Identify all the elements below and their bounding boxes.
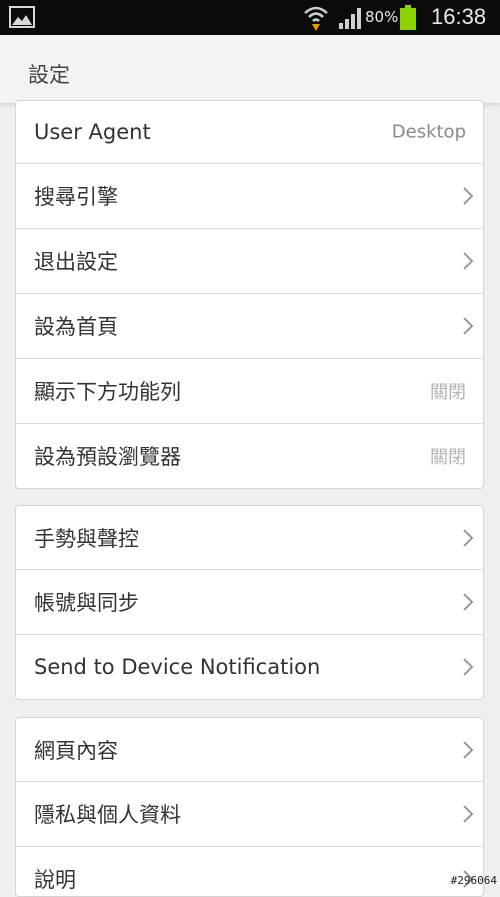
setting-value: Desktop (391, 121, 466, 143)
action-bar: 設定 (0, 35, 500, 103)
chevron-right-icon (463, 317, 474, 335)
setting-label: 帳號與同步 (34, 591, 139, 615)
setting-label: 設為首頁 (34, 315, 118, 339)
chevron-right-icon (463, 187, 474, 205)
setting-label: 說明 (34, 868, 76, 892)
setting-help[interactable]: 說明 (16, 847, 483, 896)
chevron-right-icon (463, 593, 474, 611)
signal-icon (339, 8, 361, 29)
battery-percent: 80% (365, 8, 399, 26)
setting-web-content[interactable]: 網頁內容 (16, 718, 483, 782)
setting-user-agent[interactable]: User Agent Desktop (16, 101, 483, 164)
status-bar: 80% 16:38 (0, 0, 500, 35)
gallery-icon (9, 6, 35, 28)
chevron-right-icon (463, 528, 474, 547)
chevron-right-icon (463, 740, 474, 759)
wifi-icon (304, 6, 328, 31)
setting-gestures-voice[interactable]: 手勢與聲控 (16, 506, 483, 570)
watermark: #296064 (450, 874, 497, 887)
setting-label: Send to Device Notification (34, 655, 321, 679)
setting-value: 關閉 (430, 382, 466, 403)
setting-label: 搜尋引擎 (34, 185, 118, 209)
clock: 16:38 (431, 4, 487, 29)
settings-group-content: 網頁內容 隱私與個人資料 說明 (15, 717, 484, 897)
setting-label: User Agent (34, 120, 151, 144)
setting-label: 手勢與聲控 (34, 526, 139, 551)
setting-privacy[interactable]: 隱私與個人資料 (16, 782, 483, 847)
setting-label: 顯示下方功能列 (34, 380, 181, 404)
chevron-right-icon (463, 658, 474, 676)
chevron-right-icon (463, 805, 474, 823)
setting-label: 退出設定 (34, 250, 118, 274)
setting-send-to-device[interactable]: Send to Device Notification (16, 635, 483, 699)
setting-exit[interactable]: 退出設定 (16, 229, 483, 294)
setting-bottom-toolbar[interactable]: 顯示下方功能列 關閉 (16, 359, 483, 424)
page-title: 設定 (28, 63, 70, 87)
setting-value: 關閉 (430, 447, 466, 468)
settings-group-sync: 手勢與聲控 帳號與同步 Send to Device Notification (15, 505, 484, 700)
setting-homepage[interactable]: 設為首頁 (16, 294, 483, 359)
setting-label: 網頁內容 (34, 738, 118, 763)
settings-group-general: User Agent Desktop 搜尋引擎 退出設定 設為首頁 顯示下方功能… (15, 100, 484, 489)
chevron-right-icon (463, 252, 474, 270)
setting-default-browser[interactable]: 設為預設瀏覽器 關閉 (16, 424, 483, 488)
setting-label: 隱私與個人資料 (34, 803, 181, 827)
setting-search-engine[interactable]: 搜尋引擎 (16, 164, 483, 229)
battery-icon (400, 5, 416, 30)
setting-label: 設為預設瀏覽器 (34, 445, 181, 469)
setting-account-sync[interactable]: 帳號與同步 (16, 570, 483, 635)
